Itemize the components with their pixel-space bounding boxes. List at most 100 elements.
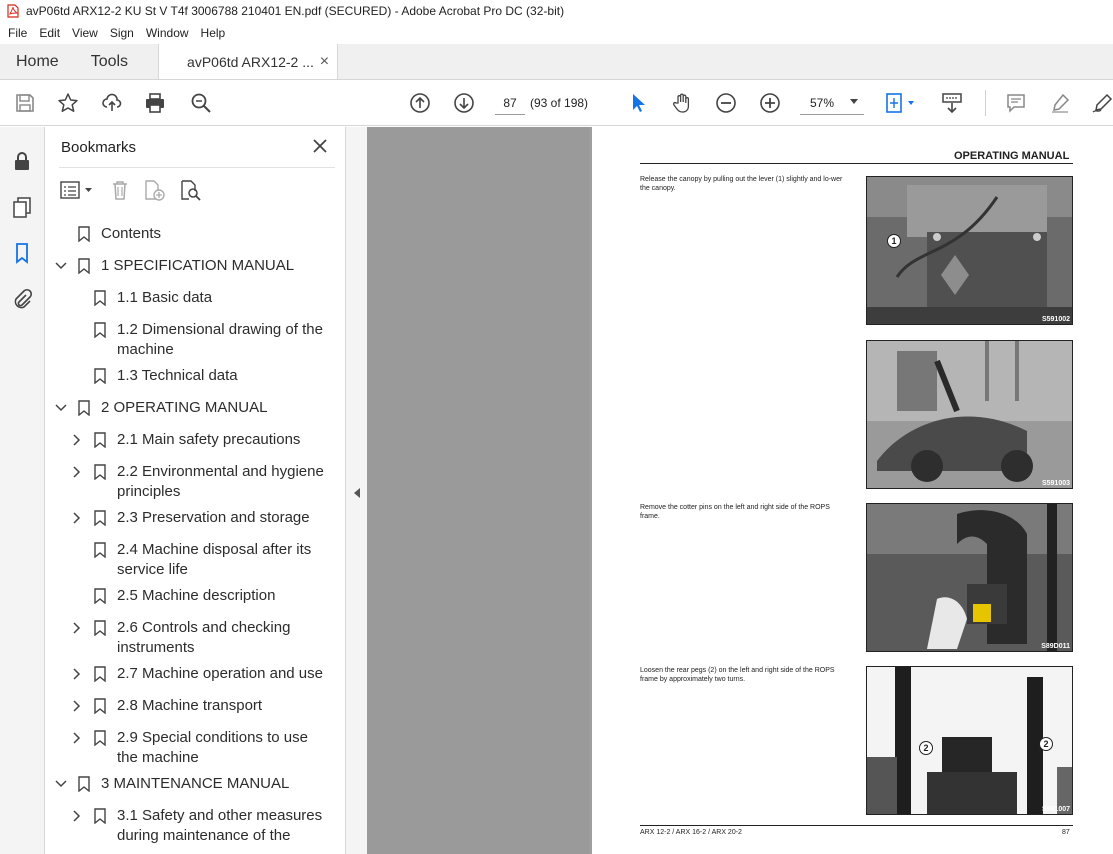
delete-bookmark-icon[interactable] bbox=[109, 179, 131, 201]
menu-sign[interactable]: Sign bbox=[110, 26, 134, 40]
bookmark-options-icon[interactable] bbox=[59, 179, 95, 201]
bookmark-item[interactable]: 2.8 Machine transport bbox=[45, 696, 327, 716]
chevron-right-icon[interactable] bbox=[71, 810, 83, 822]
zoom-in-icon[interactable] bbox=[758, 91, 782, 115]
bookmark-label-line: instruments bbox=[117, 639, 195, 656]
menu-window[interactable]: Window bbox=[146, 26, 189, 40]
chevron-right-icon[interactable] bbox=[71, 434, 83, 446]
bookmark-item[interactable]: 2.9 Special conditions to use the machine bbox=[45, 728, 327, 768]
chevron-right-icon[interactable] bbox=[71, 732, 83, 744]
bookmark-icon bbox=[94, 290, 106, 306]
close-icon[interactable] bbox=[311, 137, 329, 155]
chevron-right-icon[interactable] bbox=[71, 700, 83, 712]
previous-page-area bbox=[367, 127, 589, 854]
lock-security-icon[interactable] bbox=[10, 149, 34, 173]
menu-help[interactable]: Help bbox=[201, 26, 226, 40]
bookmark-icon bbox=[78, 400, 90, 416]
bookmark-item[interactable]: 2.2 Environmental and hygiene principles bbox=[45, 462, 327, 502]
bookmark-icon bbox=[78, 776, 90, 792]
menu-view[interactable]: View bbox=[72, 26, 98, 40]
bookmark-item[interactable]: 3.1 Safety and other measures during main… bbox=[45, 806, 327, 846]
bookmark-label-line: 1.3 Technical data bbox=[117, 367, 238, 384]
bookmark-label-line: the machine bbox=[117, 749, 199, 766]
bookmark-item[interactable]: 2.1 Main safety precautions bbox=[45, 430, 327, 450]
new-bookmark-icon[interactable] bbox=[143, 179, 167, 201]
chevron-right-icon[interactable] bbox=[71, 668, 83, 680]
bookmark-label: 2.1 Main safety precautions bbox=[117, 430, 300, 450]
chevron-down-icon[interactable] bbox=[55, 778, 67, 790]
draw-sign-icon[interactable] bbox=[1090, 91, 1113, 115]
bookmark-label: 2.2 Environmental and hygiene principles bbox=[117, 462, 324, 502]
next-page-icon[interactable] bbox=[452, 91, 476, 115]
bookmark-icon bbox=[94, 620, 106, 636]
chevron-right-icon[interactable] bbox=[71, 622, 83, 634]
bookmark-icon bbox=[94, 730, 106, 746]
tab-document[interactable]: avP06td ARX12-2 ... × bbox=[158, 44, 339, 79]
previous-page-icon[interactable] bbox=[408, 91, 432, 115]
chevron-down-icon[interactable] bbox=[55, 402, 67, 414]
bookmark-item[interactable]: 1.1 Basic data bbox=[45, 288, 327, 308]
scroll-mode-icon[interactable] bbox=[940, 91, 964, 115]
bookmark-item[interactable]: 2.7 Machine operation and use bbox=[45, 664, 327, 684]
hand-tool-icon[interactable] bbox=[670, 91, 694, 115]
tab-tools[interactable]: Tools bbox=[75, 44, 144, 79]
highlight-pen-icon[interactable] bbox=[1048, 91, 1072, 115]
bookmark-item[interactable]: 3 MAINTENANCE MANUAL bbox=[45, 774, 327, 794]
bookmark-label-line: service life bbox=[117, 561, 188, 578]
bookmark-item[interactable]: Contents bbox=[45, 224, 327, 244]
page-count: (93 of 198) bbox=[530, 96, 589, 110]
bookmark-item[interactable]: 2.5 Machine description bbox=[45, 586, 327, 606]
fit-page-icon[interactable] bbox=[884, 91, 918, 115]
bookmark-label: 2.6 Controls and checking instruments bbox=[117, 618, 290, 658]
search-zoom-icon[interactable] bbox=[189, 91, 213, 115]
select-cursor-icon[interactable] bbox=[626, 91, 650, 115]
bookmark-item[interactable]: 1.3 Technical data bbox=[45, 366, 327, 386]
zoom-out-icon[interactable] bbox=[714, 91, 738, 115]
bookmark-label-line: 3.1 Safety and other measures bbox=[117, 807, 323, 824]
bookmark-label: 1.1 Basic data bbox=[117, 288, 212, 308]
panel-splitter[interactable] bbox=[345, 127, 367, 854]
share-upload-icon[interactable] bbox=[100, 91, 124, 115]
tab-home[interactable]: Home bbox=[0, 44, 75, 79]
acrobat-pdf-icon bbox=[7, 4, 19, 18]
bookmark-item[interactable]: 1.2 Dimensional drawing of the machine bbox=[45, 320, 327, 360]
chevron-right-icon[interactable] bbox=[71, 512, 83, 524]
tab-bar: Home Tools avP06td ARX12-2 ... × bbox=[0, 44, 1113, 80]
page-number-input[interactable]: 87 bbox=[495, 91, 525, 115]
bookmark-label-line: 2 OPERATING MANUAL bbox=[101, 399, 268, 416]
bookmark-icon bbox=[94, 432, 106, 448]
save-icon[interactable] bbox=[13, 91, 37, 115]
menu-file[interactable]: File bbox=[8, 26, 27, 40]
bookmark-item[interactable]: 2.6 Controls and checking instruments bbox=[45, 618, 327, 658]
step-text: Loosen the rear pegs (2) on the left and… bbox=[640, 667, 835, 683]
bookmark-item[interactable]: 1 SPECIFICATION MANUAL bbox=[45, 256, 327, 276]
bookmark-label-line: 2.8 Machine transport bbox=[117, 697, 263, 714]
document-viewer[interactable]: OPERATING MANUAL Release the canopy by p… bbox=[367, 127, 1113, 854]
bookmark-item[interactable]: 2 OPERATING MANUAL bbox=[45, 398, 327, 418]
chevron-down-icon bbox=[850, 99, 858, 104]
bookmark-label-line: 2.1 Main safety precautions bbox=[117, 431, 301, 448]
bookmark-icon bbox=[94, 464, 106, 480]
star-bookmark-icon[interactable] bbox=[56, 91, 80, 115]
collapse-panel-icon[interactable] bbox=[352, 487, 362, 499]
bookmark-label: 1 SPECIFICATION MANUAL bbox=[101, 256, 294, 276]
header-rule bbox=[640, 163, 1073, 164]
bookmark-label: 2.7 Machine operation and use bbox=[117, 664, 323, 684]
menu-bar: File Edit View Sign Window Help bbox=[0, 22, 1113, 44]
photo-label: S591002 bbox=[1041, 316, 1070, 323]
bookmark-label: 2.9 Special conditions to use the machine bbox=[117, 728, 308, 768]
tab-close-icon[interactable]: × bbox=[320, 53, 329, 71]
attachments-paperclip-icon[interactable] bbox=[10, 287, 34, 311]
chevron-down-icon[interactable] bbox=[55, 260, 67, 272]
search-bookmark-icon[interactable] bbox=[179, 179, 203, 201]
bookmarks-panel-icon[interactable] bbox=[10, 241, 34, 265]
zoom-level-select[interactable]: 57% bbox=[800, 91, 864, 115]
bookmark-item[interactable]: 2.3 Preservation and storage bbox=[45, 508, 327, 528]
comment-icon[interactable] bbox=[1004, 91, 1028, 115]
bookmark-item[interactable]: 2.4 Machine disposal after its service li… bbox=[45, 540, 327, 580]
chevron-right-icon[interactable] bbox=[71, 466, 83, 478]
page-thumbnails-icon[interactable] bbox=[10, 195, 34, 219]
menu-edit[interactable]: Edit bbox=[39, 26, 60, 40]
print-icon[interactable] bbox=[143, 91, 167, 115]
bookmark-icon bbox=[78, 258, 90, 274]
